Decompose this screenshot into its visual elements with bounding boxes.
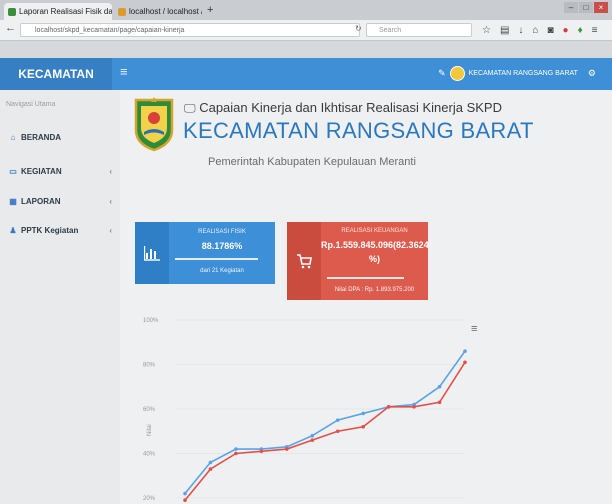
series-line-2 (184, 361, 466, 501)
data-point[interactable] (183, 491, 187, 496)
sidebar-section-label: Navigasi Utama (6, 101, 56, 108)
regency-emblem-logo (134, 97, 174, 152)
download-icon[interactable]: ↓ (518, 25, 523, 36)
users-icon: ♟ (9, 225, 17, 235)
browser-tab-laporan[interactable]: Laporan Realisasi Fisik dan ... × (4, 3, 112, 20)
monitor-icon: 🖵 (184, 101, 196, 115)
maximize-icon[interactable]: □ (579, 2, 593, 13)
close-window-icon[interactable]: × (594, 2, 608, 13)
data-point[interactable] (361, 425, 365, 429)
realisasi-fisik-card: REALISASI FISIK 88.1786% dari 21 Kegiata… (135, 222, 275, 284)
back-icon[interactable]: ← (5, 22, 16, 34)
sidebar-item-pptk[interactable]: ♟ PPTK Kegiatan ‹ (8, 223, 112, 237)
data-point[interactable] (463, 360, 467, 365)
page-title: KECAMATAN RANGSANG BARAT (183, 118, 534, 143)
data-point[interactable] (208, 460, 213, 465)
sidebar-item-laporan[interactable]: ▦ LAPORAN ‹ (8, 194, 112, 208)
sidebar-item-label: BERANDA (21, 132, 61, 142)
y-tick-label: 40% (143, 452, 156, 458)
chevron-left-icon: ‹ (109, 225, 112, 235)
favicon-icon (8, 7, 16, 16)
report-icon: ▦ (9, 196, 17, 206)
y-tick-label: 80% (143, 363, 156, 369)
y-tick-label: 20% (143, 496, 156, 502)
tab-label: Laporan Realisasi Fisik dan ... (19, 7, 112, 16)
minimize-icon[interactable]: – (564, 2, 578, 13)
pocket-icon[interactable]: ◙ (547, 25, 553, 36)
window-controls: – □ × (564, 2, 608, 14)
bar-chart-icon (135, 222, 169, 284)
avatar (449, 66, 465, 81)
favicon-icon (118, 7, 126, 16)
user-menu[interactable]: ✎ KECAMATAN RANGSANG BARAT ⚙ (438, 66, 596, 81)
series-line-1 (184, 350, 466, 495)
card-sub: dari 21 Kegiatan (200, 268, 244, 274)
search-input[interactable]: Search (366, 23, 472, 37)
data-point[interactable] (412, 404, 416, 409)
reader-icon[interactable]: ▤ (500, 25, 509, 36)
data-point[interactable] (463, 349, 467, 353)
chart-menu-icon[interactable]: ≡ (471, 323, 477, 335)
data-point[interactable] (183, 498, 187, 503)
data-point[interactable] (335, 418, 340, 422)
data-point[interactable] (259, 449, 264, 454)
card-value-line1: Rp.1.559.845.096(82.3624 (321, 240, 429, 250)
sidebar-item-kegiatan[interactable]: ▭ KEGIATAN ‹ (8, 164, 112, 178)
data-point[interactable] (386, 404, 391, 409)
shopping-cart-icon (287, 222, 321, 300)
new-tab-icon[interactable]: + (207, 4, 213, 16)
sidebar-toggle-icon[interactable]: ≡ (120, 64, 128, 79)
sidebar-item-beranda[interactable]: ⌂ BERANDA (8, 130, 112, 144)
addon-icon[interactable]: ● (563, 25, 569, 36)
notification-icon[interactable]: ✎ (438, 68, 446, 79)
data-point[interactable] (208, 467, 213, 471)
card-value-line2: %) (369, 254, 380, 264)
card-label: REALISASI KEUANGAN (341, 228, 408, 234)
page-heading: 🖵 Capaian Kinerja dan Ikhtisar Realisasi… (184, 100, 502, 116)
realisasi-keuangan-card: REALISASI KEUANGAN Rp.1.559.845.096(82.3… (287, 222, 429, 300)
data-point[interactable] (335, 429, 340, 434)
extension-icon[interactable]: ♦ (578, 25, 583, 36)
data-point[interactable] (361, 411, 365, 416)
data-point[interactable] (234, 451, 238, 456)
card-label: REALISASI FISIK (198, 229, 246, 235)
settings-icon[interactable]: ⚙ (588, 68, 596, 79)
data-point[interactable] (310, 438, 315, 442)
search-placeholder: Search (379, 27, 402, 34)
y-tick-label: 100% (143, 318, 159, 324)
chevron-left-icon: ‹ (109, 196, 112, 206)
data-point[interactable] (285, 447, 289, 451)
data-point[interactable] (437, 400, 442, 405)
browser-toolbar-icons: ☆ ▤ ↓ ⌂ ◙ ● ♦ ≡ (482, 23, 598, 37)
browser-tab-localhost[interactable]: localhost / localhost / db / ... × (114, 3, 202, 20)
reload-icon[interactable]: ↻ (355, 24, 362, 33)
y-axis-label: Nilai (147, 424, 153, 436)
sidebar (0, 90, 120, 504)
page-subtitle: Pemerintah Kabupaten Kepulauan Meranti (208, 156, 416, 168)
url-text: localhost/skpd_kecamatan/page/capaian-ki… (35, 27, 185, 34)
sidebar-item-label: LAPORAN (21, 196, 61, 206)
card-sub: Nilai DPA : Rp. 1.893.975.200 (334, 287, 415, 293)
tab-label: localhost / localhost / db / ... (129, 7, 202, 16)
y-tick-label: 60% (143, 407, 156, 413)
home-icon[interactable]: ⌂ (532, 25, 538, 36)
user-name: KECAMATAN RANGSANG BARAT (468, 70, 578, 77)
home-icon: ⌂ (10, 132, 16, 142)
data-point[interactable] (234, 447, 238, 451)
brand-logo[interactable]: KECAMATAN (0, 58, 112, 90)
page-heading-text: Capaian Kinerja dan Ikhtisar Realisasi K… (199, 100, 502, 115)
bookmark-star-icon[interactable]: ☆ (482, 25, 491, 36)
data-point[interactable] (310, 433, 315, 438)
data-point[interactable] (437, 384, 442, 389)
progress-bar (175, 258, 258, 260)
url-bar[interactable]: localhost/skpd_kecamatan/page/capaian-ki… (20, 23, 360, 37)
sidebar-item-label: KEGIATAN (21, 166, 62, 176)
chevron-left-icon: ‹ (109, 166, 112, 176)
card-value: 88.1786% (201, 241, 243, 251)
sidebar-item-label: PPTK Kegiatan (21, 225, 79, 235)
progress-bar (327, 277, 405, 279)
menu-icon[interactable]: ≡ (592, 25, 598, 36)
realisasi-line-chart: 100% 80% 60% 40% 20% Nilai (143, 318, 467, 503)
file-icon: ▭ (9, 166, 17, 176)
